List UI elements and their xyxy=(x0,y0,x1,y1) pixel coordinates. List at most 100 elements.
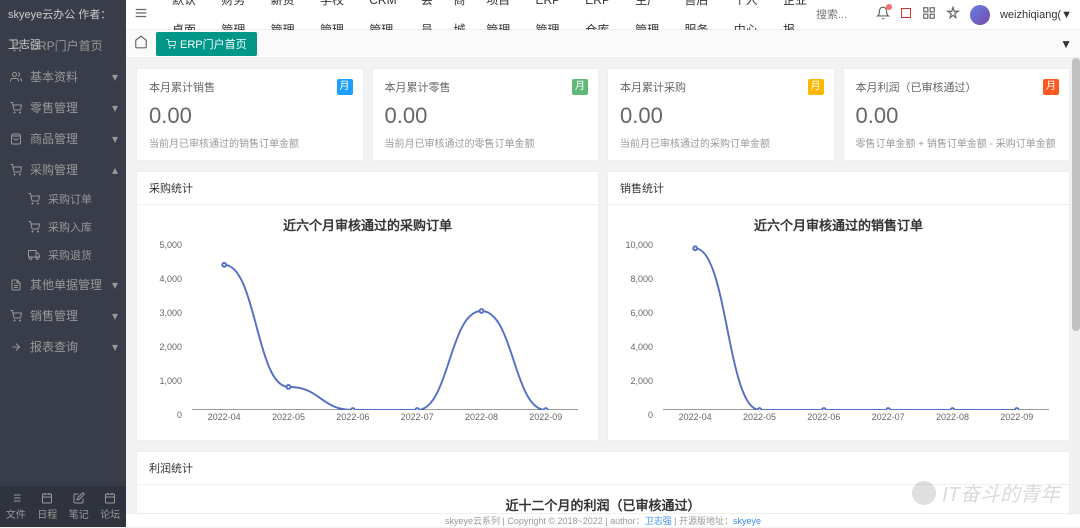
footer-item[interactable]: 日程 xyxy=(32,486,64,527)
scrollbar-thumb[interactable] xyxy=(1072,58,1080,331)
y-tick: 0 xyxy=(177,410,182,420)
sidebar-item[interactable]: 商品管理▾ xyxy=(0,123,126,154)
stat-value: 0.00 xyxy=(620,103,822,129)
stat-desc: 当前月已审核通过的销售订单金额 xyxy=(149,135,351,150)
calendar-icon xyxy=(32,492,64,504)
x-tick: 2022-04 xyxy=(679,412,712,430)
x-tick: 2022-09 xyxy=(1000,412,1033,430)
y-tick: 1,000 xyxy=(159,376,182,386)
sidebar-item-label: 基本资料 xyxy=(30,68,78,85)
y-tick: 8,000 xyxy=(630,274,653,284)
footer-item[interactable]: 笔记 xyxy=(63,486,95,527)
sidebar-item[interactable]: 基本资料 ▾ xyxy=(0,61,126,92)
stat-title: 本月累计采购 xyxy=(620,79,822,95)
sidebar-subitem[interactable]: 采购入库 xyxy=(12,213,126,241)
stat-desc: 当前月已审核通过的零售订单金额 xyxy=(385,135,587,150)
x-tick: 2022-07 xyxy=(401,412,434,430)
chart-title: 近六个月审核通过的销售订单 xyxy=(618,215,1059,234)
stat-badge: 月 xyxy=(1043,79,1059,95)
search-input[interactable] xyxy=(816,9,876,21)
chevron-down-icon: ▾ xyxy=(112,309,118,323)
y-tick: 2,000 xyxy=(159,342,182,352)
sales-chart-panel: 销售统计 近六个月审核通过的销售订单 02,0004,0006,0008,000… xyxy=(607,171,1070,441)
chevron-down-icon: ▾ xyxy=(112,101,118,115)
edit-icon xyxy=(63,492,95,504)
sidebar-item[interactable]: 其他单据管理▾ xyxy=(0,269,126,300)
sidebar-item[interactable]: 零售管理▾ xyxy=(0,92,126,123)
x-tick: 2022-09 xyxy=(529,412,562,430)
sidebar-item[interactable]: 销售管理 ▾ xyxy=(0,300,126,331)
sidebar-header: skyeye云办公 作者：卫志强 xyxy=(0,0,126,30)
stat-desc: 当前月已审核通过的采购订单金额 xyxy=(620,135,822,150)
y-tick: 10,000 xyxy=(625,240,653,250)
chevron-up-icon: ▴ xyxy=(112,163,118,177)
stat-card: 本月累计销售 0.00 当前月已审核通过的销售订单金额 月 xyxy=(136,68,364,161)
chart-title: 近六个月审核通过的采购订单 xyxy=(147,215,588,234)
footer-item[interactable]: 文件 xyxy=(0,486,32,527)
list-icon xyxy=(0,492,32,504)
footer-item[interactable]: 论坛 xyxy=(95,486,127,527)
cart-icon xyxy=(10,102,24,114)
sidebar-item-label: 采购管理 xyxy=(30,161,78,178)
expand-icon[interactable] xyxy=(900,7,912,22)
sidebar-item[interactable]: 采购管理 ▴ xyxy=(0,154,126,185)
x-tick: 2022-04 xyxy=(208,412,241,430)
cart-icon xyxy=(28,221,42,233)
username[interactable]: weizhiqiang(▼ xyxy=(1000,9,1072,21)
users-icon xyxy=(10,71,24,83)
sidebar-subitem[interactable]: 采购订单 xyxy=(12,185,126,213)
chevron-down-icon: ▾ xyxy=(112,340,118,354)
y-tick: 0 xyxy=(648,410,653,420)
x-tick: 2022-06 xyxy=(807,412,840,430)
y-tick: 4,000 xyxy=(630,342,653,352)
purchase-chart-panel: 采购统计 近六个月审核通过的采购订单 01,0002,0003,0004,000… xyxy=(136,171,599,441)
stat-badge: 月 xyxy=(808,79,824,95)
truck-icon xyxy=(28,249,42,261)
sidebar-item-label: 报表查询 xyxy=(30,338,78,355)
chart-header: 采购统计 xyxy=(137,172,598,205)
x-tick: 2022-06 xyxy=(336,412,369,430)
repo-link[interactable]: skyeye xyxy=(733,516,761,526)
chevron-down-icon: ▾ xyxy=(112,278,118,292)
topbar: 默认桌面财务管理薪资管理学校管理CRM管理会员商城项目管理ERP管理ERP仓库生… xyxy=(126,0,1080,30)
stat-card: 本月累计采购 0.00 当前月已审核通过的采购订单金额 月 xyxy=(607,68,835,161)
notification-icon[interactable] xyxy=(876,6,890,23)
y-tick: 2,000 xyxy=(630,376,653,386)
footer: skyeye云系列 | Copyright © 2018~2022 | auth… xyxy=(126,513,1080,527)
home-icon[interactable] xyxy=(134,35,148,52)
sidebar-item-label: ERP门户首页 xyxy=(30,37,103,54)
sidebar-item-label: 销售管理 xyxy=(30,307,78,324)
plugin-icon[interactable] xyxy=(946,6,960,23)
sidebar-item-label: 采购退货 xyxy=(48,247,92,263)
sidebar-item-label: 商品管理 xyxy=(30,130,78,147)
x-tick: 2022-05 xyxy=(272,412,305,430)
x-tick: 2022-07 xyxy=(872,412,905,430)
y-tick: 4,000 xyxy=(159,274,182,284)
stat-badge: 月 xyxy=(337,79,353,95)
chevron-down-icon: ▾ xyxy=(112,70,118,84)
stat-value: 0.00 xyxy=(856,103,1058,129)
chart-header: 利润统计 xyxy=(137,452,1069,485)
menu-toggle-icon[interactable] xyxy=(134,6,154,23)
content-area: 本月累计销售 0.00 当前月已审核通过的销售订单金额 月 本月累计零售0.00当前月已… xyxy=(126,58,1080,513)
x-tick: 2022-08 xyxy=(465,412,498,430)
avatar[interactable] xyxy=(970,5,990,25)
calendar-icon xyxy=(95,492,127,504)
tabbar: ERP门户首页 ▼ xyxy=(126,30,1080,58)
scrollbar[interactable] xyxy=(1072,58,1080,513)
bag-icon xyxy=(10,133,24,145)
x-tick: 2022-05 xyxy=(743,412,776,430)
sidebar-item[interactable]: 报表查询 ▾ xyxy=(0,331,126,362)
author-link[interactable]: 卫志强 xyxy=(645,516,672,526)
grid-icon[interactable] xyxy=(922,6,936,23)
stat-card: 本月累计零售0.00当前月已审核通过的零售订单金额月 xyxy=(372,68,600,161)
tab-erp-portal[interactable]: ERP门户首页 xyxy=(156,32,257,56)
tab-dropdown-icon[interactable]: ▼ xyxy=(1060,37,1072,51)
cart-icon xyxy=(28,193,42,205)
sidebar-item[interactable]: ERP门户首页 xyxy=(0,30,126,61)
arrow-icon xyxy=(10,341,24,353)
sidebar-item-label: 采购入库 xyxy=(48,219,92,235)
stat-value: 0.00 xyxy=(149,103,351,129)
stat-title: 本月累计销售 xyxy=(149,79,351,95)
sidebar-subitem[interactable]: 采购退货 xyxy=(12,241,126,269)
